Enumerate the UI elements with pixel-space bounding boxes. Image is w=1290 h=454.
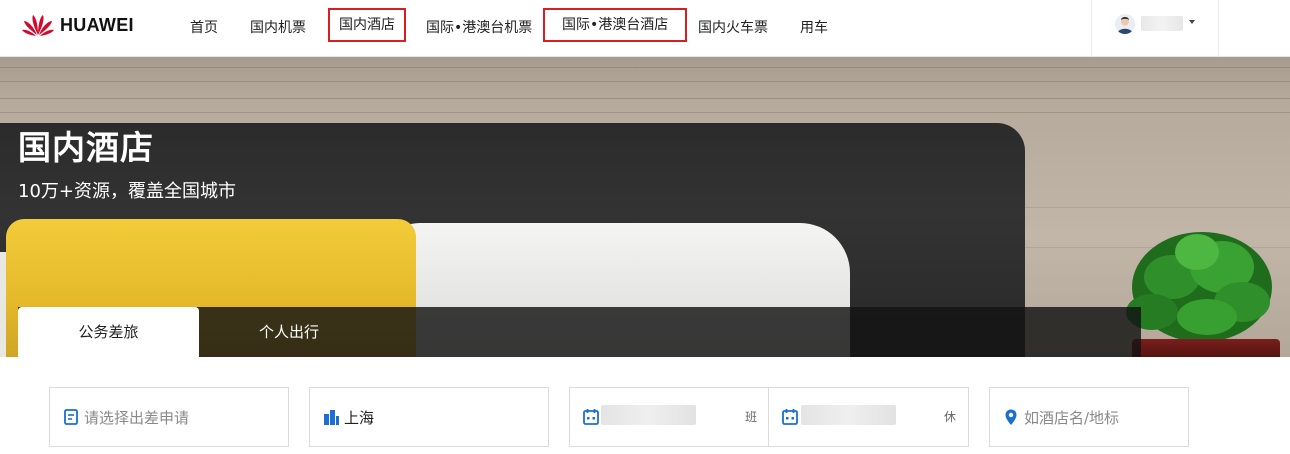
city-buildings-icon (324, 410, 339, 425)
brand-name: HUAWEI (60, 14, 134, 35)
calendar-icon (583, 409, 599, 425)
nav-intl-flights[interactable]: 国际•港澳台机票 (426, 14, 532, 42)
nav-intl-hotels[interactable]: 国际•港澳台酒店 (543, 8, 688, 42)
hero-banner: 国内酒店 10万+资源，覆盖全国城市 公务差旅 个人出行 (0, 57, 1290, 357)
huawei-flower-logo-icon (22, 15, 54, 36)
nav-domestic-hotels[interactable]: 国内酒店 (328, 8, 406, 42)
top-navigation: HUAWEI 首页 国内机票 国内酒店 国际•港澳台机票 国际•港澳台酒店 国内… (0, 0, 1290, 57)
city-value: 上海 (344, 409, 375, 427)
checkin-day-tag: 班 (745, 410, 758, 424)
checkout-date-field[interactable]: 休 (768, 387, 969, 447)
nav-train-tickets[interactable]: 国内火车票 (698, 14, 768, 42)
checkin-date-field[interactable]: 班 (569, 387, 769, 447)
hotel-keyword-placeholder: 如酒店名/地标 (1024, 409, 1120, 427)
checkout-day-tag: 休 (944, 410, 957, 424)
page-title: 国内酒店 (18, 128, 154, 167)
location-pin-icon (1005, 409, 1017, 425)
hotel-search-form: 请选择出差申请 上海 班 休 如酒店名/地标 (18, 357, 1218, 454)
flower-pot-image (1132, 339, 1280, 357)
caret-down-icon[interactable] (1189, 20, 1195, 24)
city-select[interactable]: 上海 (309, 387, 549, 447)
nav-car-service[interactable]: 用车 (800, 14, 828, 42)
user-menu[interactable] (1091, 0, 1219, 57)
checkin-date-redacted (601, 405, 696, 425)
checkout-date-redacted (801, 405, 896, 425)
tab-business-travel[interactable]: 公务差旅 (18, 307, 199, 357)
travel-type-tabs: 公务差旅 个人出行 (18, 307, 1141, 357)
user-avatar-icon (1115, 14, 1135, 34)
trip-request-placeholder: 请选择出差申请 (84, 409, 190, 427)
page-subtitle: 10万+资源，覆盖全国城市 (18, 181, 236, 202)
document-icon (64, 409, 78, 425)
nav-domestic-flights[interactable]: 国内机票 (250, 14, 306, 42)
calendar-icon (782, 409, 798, 425)
user-name-redacted (1141, 16, 1183, 31)
trip-request-select[interactable]: 请选择出差申请 (49, 387, 289, 447)
hotel-keyword-input[interactable]: 如酒店名/地标 (989, 387, 1189, 447)
nav-home[interactable]: 首页 (190, 14, 218, 42)
huawei-logo[interactable]: HUAWEI (22, 13, 134, 37)
tab-personal-travel[interactable]: 个人出行 (199, 307, 379, 357)
